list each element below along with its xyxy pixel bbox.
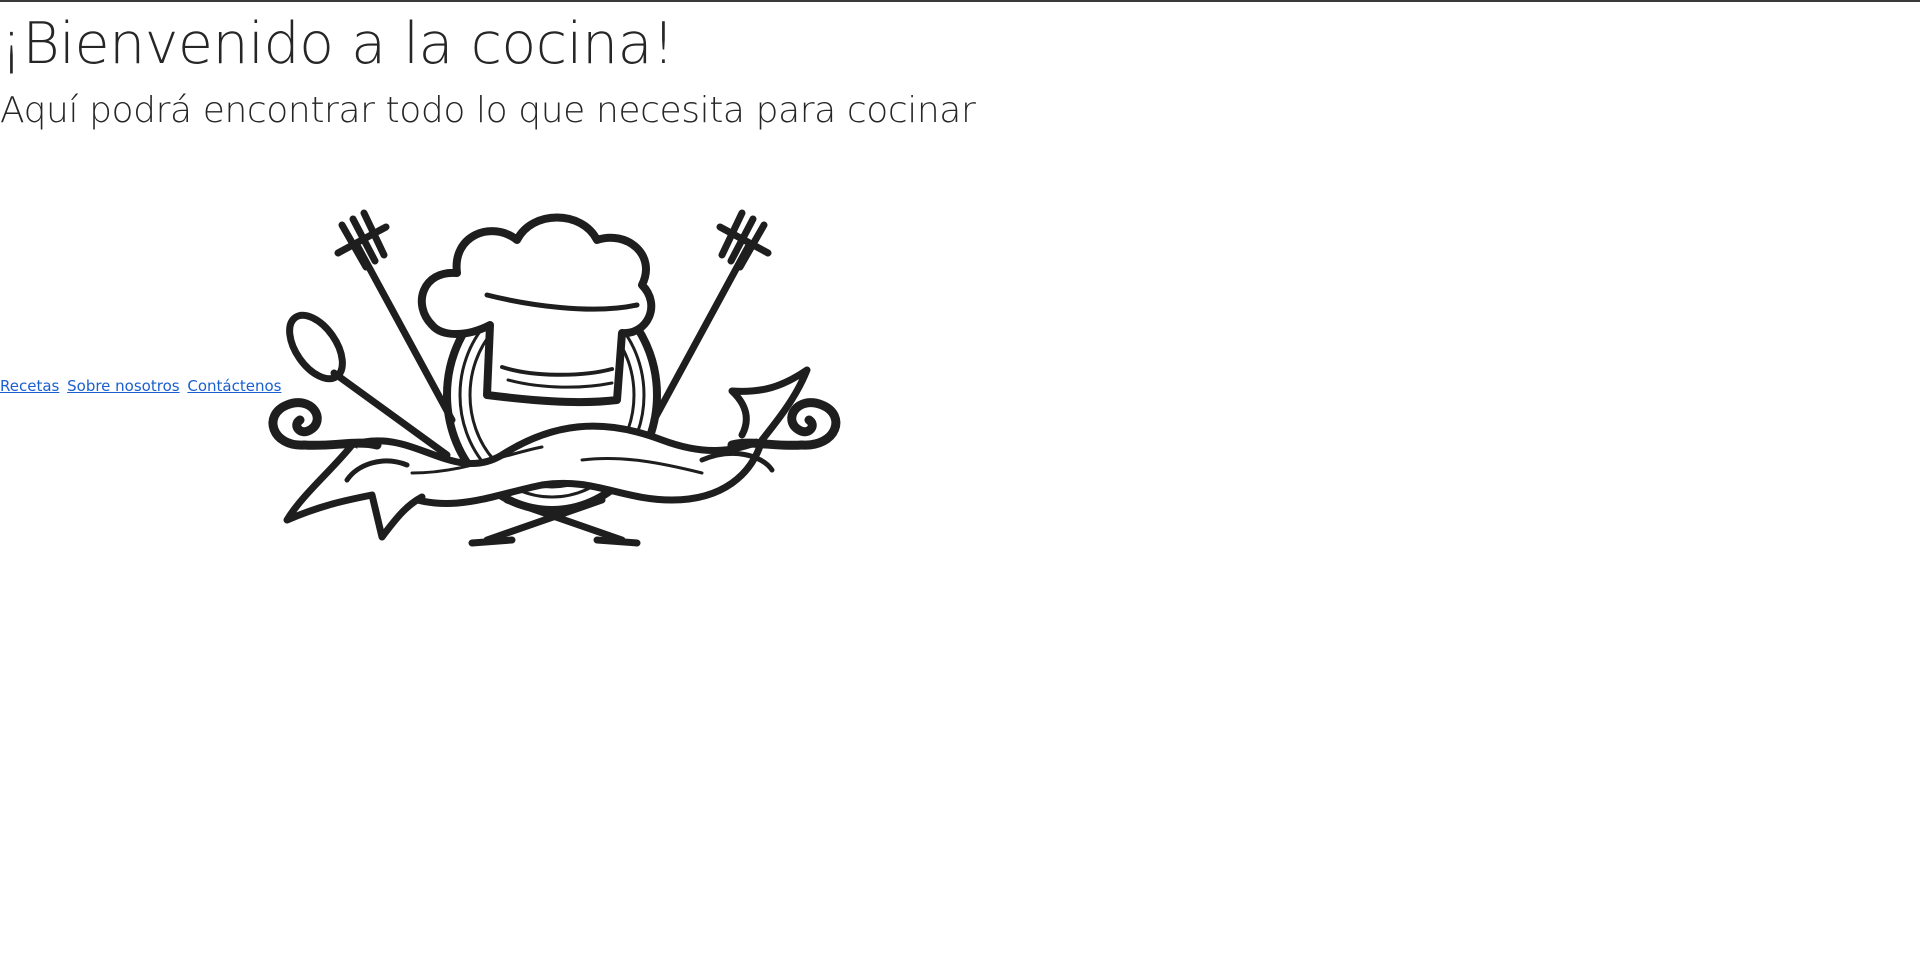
page: ¡Bienvenido a la cocina! Aquí podrá enco…: [0, 0, 1920, 961]
nav-link-sobre-nosotros[interactable]: Sobre nosotros: [67, 377, 179, 395]
nav-links: Recetas Sobre nosotros Contáctenos: [0, 376, 284, 396]
page-title: ¡Bienvenido a la cocina!: [0, 11, 675, 77]
nav-link-recetas[interactable]: Recetas: [0, 377, 59, 395]
chef-hat-icon: [268, 209, 841, 547]
page-subtitle: Aquí podrá encontrar todo lo que necesit…: [0, 90, 976, 131]
chef-logo-image: [262, 155, 862, 635]
